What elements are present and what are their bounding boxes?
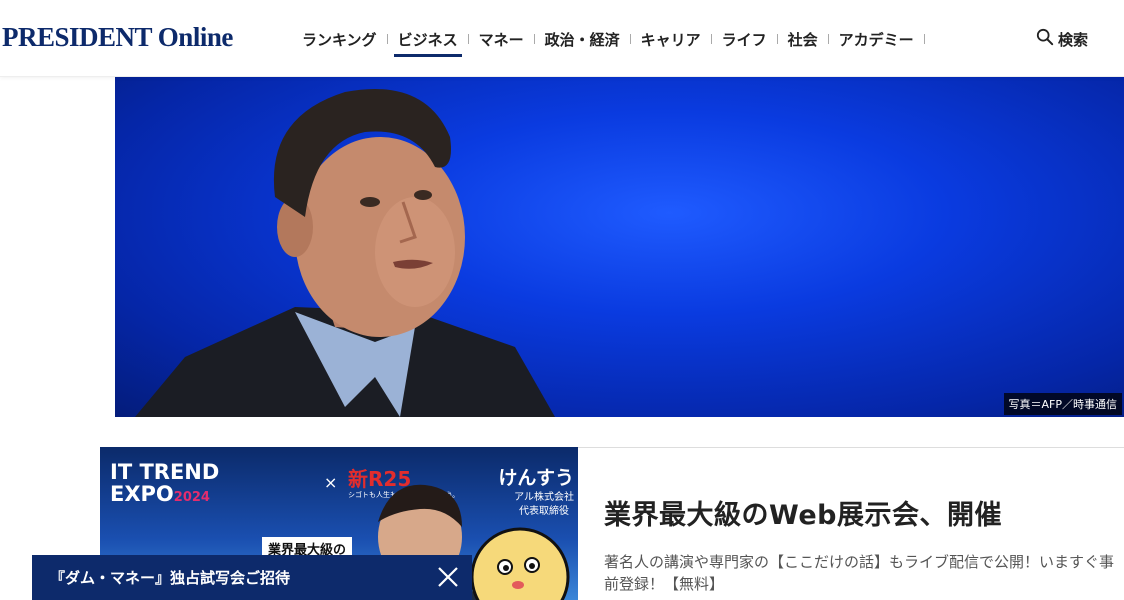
site-logo[interactable]: PRESIDENT Online	[2, 22, 233, 53]
promo-floating-bar[interactable]: 『ダム・マネー』独占試写会ご招待	[32, 555, 472, 600]
article-description: 著名人の講演や専門家の【ここだけの話】もライブ配信で公開！いますぐ事前登録！【無…	[604, 553, 1115, 593]
nav-item-politics-economy[interactable]: 政治・経済	[535, 29, 630, 50]
nav-separator	[923, 34, 925, 44]
promo-label[interactable]: 『ダム・マネー』独占試写会ご招待	[50, 567, 290, 588]
collab-times: ×	[324, 473, 338, 492]
nav-item-life[interactable]: ライフ	[712, 29, 777, 50]
guest-company: アル株式会社	[514, 492, 574, 503]
site-header: PRESIDENT Online ランキング ビジネス マネー 政治・経済 キャ…	[0, 0, 1124, 77]
main-nav: ランキング ビジネス マネー 政治・経済 キャリア ライフ 社会 アカデミー	[292, 26, 925, 57]
photo-credit: 写真＝AFP／時事通信	[1003, 393, 1122, 415]
search-icon	[1036, 28, 1054, 50]
section-divider	[578, 447, 1124, 448]
article-title[interactable]: 業界最大級のWeb展示会、開催	[604, 493, 1002, 532]
nav-item-academy[interactable]: アカデミー	[829, 29, 924, 50]
nav-item-society[interactable]: 社会	[778, 29, 828, 50]
nav-item-career[interactable]: キャリア	[631, 29, 711, 50]
search-label: 検索	[1058, 30, 1089, 49]
expo-logo-line2: EXPO	[110, 482, 174, 506]
guest-title: 代表取締役	[519, 506, 570, 517]
expo-logo: IT TREND EXPO2024	[110, 461, 219, 509]
guest-name: けんすう	[498, 467, 574, 489]
hero-portrait-illustration	[135, 89, 555, 417]
nav-item-money[interactable]: マネー	[469, 29, 534, 50]
hero-photo[interactable]: 写真＝AFP／時事通信	[115, 77, 1124, 417]
guest-affiliation: アル株式会社 代表取締役	[514, 491, 574, 519]
close-icon[interactable]	[436, 565, 460, 589]
expo-logo-line1: IT TREND	[110, 460, 220, 484]
nav-item-ranking[interactable]: ランキング	[292, 29, 387, 50]
expo-year: 2024	[173, 490, 210, 505]
nav-item-business[interactable]: ビジネス	[388, 29, 468, 57]
search-button[interactable]: 検索	[1036, 28, 1088, 50]
